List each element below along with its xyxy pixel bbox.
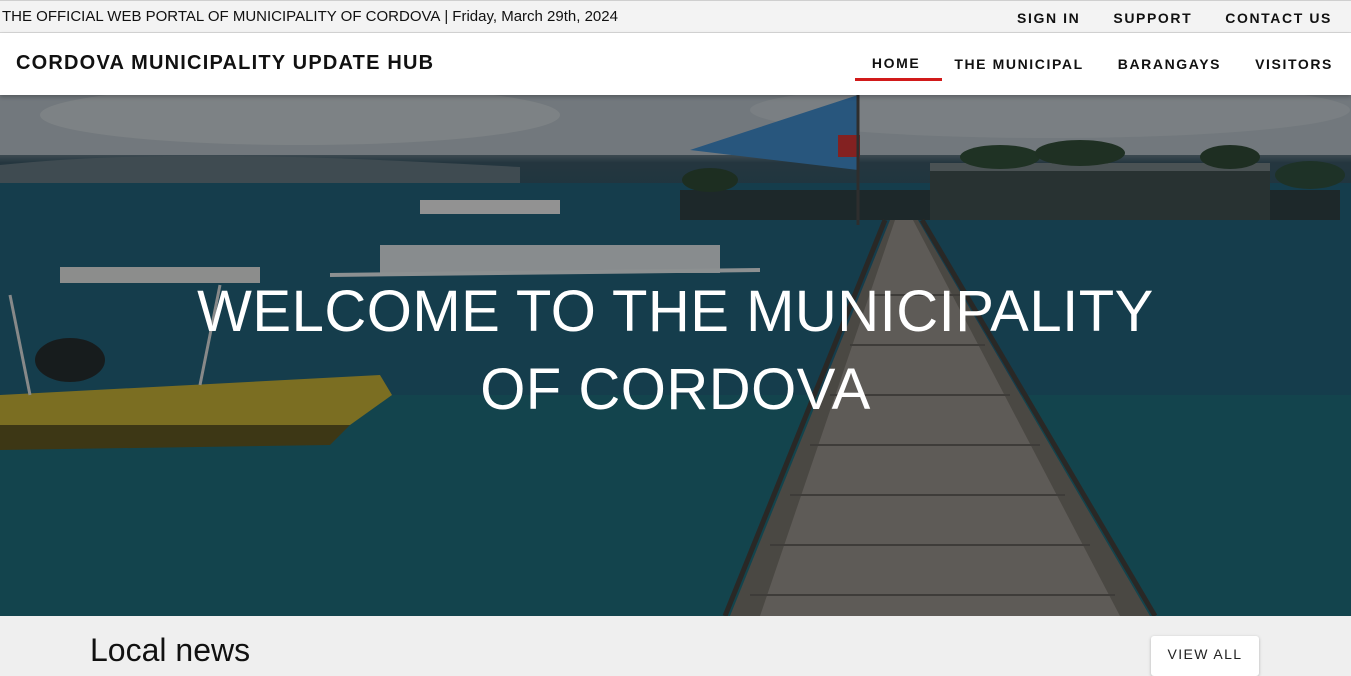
view-all-button[interactable]: VIEW ALL <box>1151 636 1259 676</box>
sign-in-link[interactable]: SIGN IN <box>1017 10 1080 26</box>
support-link[interactable]: SUPPORT <box>1113 10 1192 26</box>
contact-us-link[interactable]: CONTACT US <box>1225 10 1332 26</box>
main-nav: HOME THE MUNICIPAL BARANGAYS VISITORS <box>838 33 1333 95</box>
hero-heading-line-2: OF CORDOVA <box>480 357 871 422</box>
nav-visitors[interactable]: VISITORS <box>1255 56 1333 72</box>
hero-heading-line-1: WELCOME TO THE MUNICIPALITY <box>197 279 1154 344</box>
current-date: Friday, March 29th, 2024 <box>452 8 618 25</box>
portal-title-date: THE OFFICIAL WEB PORTAL OF MUNICIPALITY … <box>2 8 618 25</box>
site-brand[interactable]: CORDOVA MUNICIPALITY UPDATE HUB <box>16 52 434 75</box>
top-utility-bar: THE OFFICIAL WEB PORTAL OF MUNICIPALITY … <box>0 0 1351 33</box>
hero-banner: WELCOME TO THE MUNICIPALITY OF CORDOVA <box>0 95 1351 616</box>
nav-barangays[interactable]: BARANGAYS <box>1118 56 1221 72</box>
main-header: CORDOVA MUNICIPALITY UPDATE HUB HOME THE… <box>0 33 1351 95</box>
separator: | <box>444 8 449 25</box>
nav-home[interactable]: HOME <box>854 55 943 81</box>
utility-links: SIGN IN SUPPORT CONTACT US <box>984 10 1332 26</box>
hero-heading: WELCOME TO THE MUNICIPALITY OF CORDOVA <box>0 273 1351 429</box>
local-news-section: Local news VIEW ALL <box>0 616 1351 676</box>
local-news-heading: Local news <box>90 632 251 668</box>
portal-title: THE OFFICIAL WEB PORTAL OF MUNICIPALITY … <box>2 8 441 25</box>
nav-the-municipal[interactable]: THE MUNICIPAL <box>954 56 1083 72</box>
